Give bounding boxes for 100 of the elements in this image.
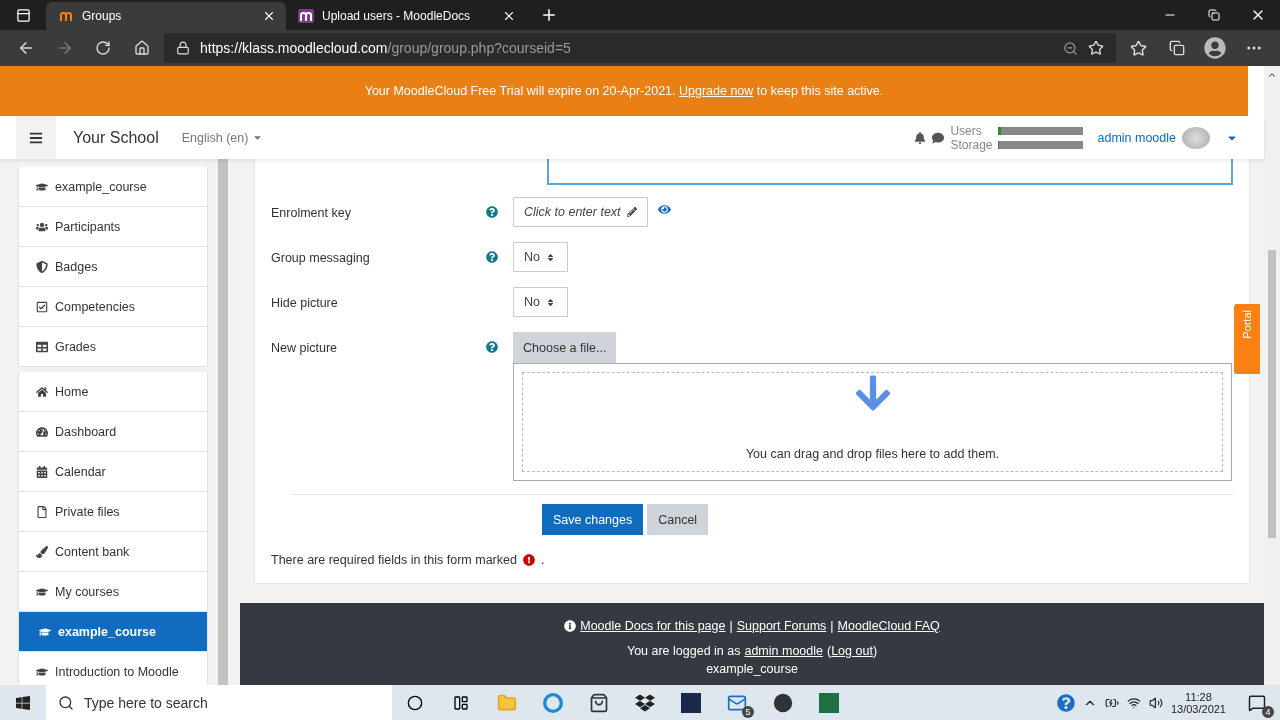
home-icon[interactable]	[133, 40, 150, 56]
dashboard-icon	[36, 425, 48, 438]
task-view-icon[interactable]	[453, 694, 469, 711]
brush-icon	[36, 545, 48, 558]
profile-icon[interactable]	[1204, 37, 1227, 59]
note-period: .	[540, 553, 545, 567]
bell-icon[interactable]	[914, 131, 927, 144]
app-icon[interactable]	[681, 692, 701, 713]
graduation-cap-icon	[36, 585, 48, 598]
separator: |	[729, 619, 733, 633]
spreadsheet-icon[interactable]	[819, 692, 839, 713]
help-icon[interactable]	[1056, 693, 1075, 712]
round-app-icon[interactable]	[773, 692, 793, 713]
shield-icon	[36, 260, 48, 273]
cancel-button[interactable]: Cancel	[647, 504, 709, 535]
close-icon[interactable]	[502, 9, 516, 23]
field-label: New picture	[271, 340, 338, 355]
sidebar-item[interactable]: Content bank	[18, 532, 208, 572]
new-tab-icon[interactable]	[540, 6, 558, 24]
search-icon	[58, 694, 74, 711]
pencil-icon	[626, 207, 637, 217]
footer-link[interactable]: Support Forums	[736, 619, 827, 633]
required-icon	[522, 554, 535, 566]
sidebar-item[interactable]: Badges	[18, 247, 208, 287]
save-button[interactable]: Save changes	[542, 504, 644, 535]
sidebar-item[interactable]: example_course	[18, 167, 208, 207]
sidebar-item[interactable]: Introduction to Moodle	[18, 652, 208, 685]
close-icon[interactable]	[262, 9, 276, 23]
notification-badge: 4	[1262, 706, 1274, 718]
zoom-out-icon[interactable]	[1063, 40, 1078, 56]
address-bar[interactable]: https://klass.moodlecloud.com/group/group.php?courseid=5	[164, 33, 1116, 63]
sidebar-item[interactable]: Home	[18, 372, 208, 412]
sidebar-item[interactable]: Calendar	[18, 452, 208, 492]
moodle-logo-icon	[298, 9, 314, 23]
notifications-icon[interactable]	[1248, 693, 1266, 712]
menu-button[interactable]	[16, 116, 56, 159]
sidebar-item[interactable]: Competencies	[18, 287, 208, 327]
home-icon	[36, 385, 48, 398]
select-field[interactable]: No	[513, 287, 568, 317]
browser-tab[interactable]: Groups	[46, 2, 286, 30]
circle-icon[interactable]	[407, 694, 423, 711]
sidebar-item[interactable]: My courses	[18, 572, 208, 612]
sidebar-item[interactable]: Private files	[18, 492, 208, 532]
checkbox-icon	[36, 300, 48, 313]
scroll-up-icon[interactable]	[1267, 70, 1277, 80]
sidebar-item[interactable]: Participants	[18, 207, 208, 247]
wifi-icon[interactable]	[1126, 695, 1141, 710]
search-placeholder: Type here to search	[84, 694, 208, 711]
browser-tab[interactable]: Upload users - MoodleDocs	[286, 2, 526, 30]
scrollbar-thumb[interactable]	[1268, 250, 1276, 538]
sidebar-item[interactable]: example_course	[18, 612, 208, 652]
scrollbar[interactable]	[218, 159, 228, 685]
calendar-icon	[36, 465, 48, 478]
clock[interactable]: 11:28 13/03/2021	[1170, 690, 1226, 715]
collections-icon[interactable]	[1168, 40, 1185, 56]
meter-label: Users	[950, 123, 983, 138]
graduation-cap-icon	[39, 625, 51, 638]
mail-badge: 5	[742, 706, 754, 718]
field-label: Hide picture	[271, 295, 339, 310]
description-textarea[interactable]	[547, 159, 1233, 185]
star-icon[interactable]	[1088, 40, 1104, 56]
chat-icon[interactable]	[932, 131, 945, 144]
field-label: Group messaging	[271, 250, 371, 265]
graduation-cap-icon	[36, 665, 48, 678]
logout-link[interactable]: Log out	[831, 644, 873, 658]
taskbar-search-field[interactable]: Type here to search	[46, 685, 392, 720]
graduation-cap-icon	[36, 180, 48, 193]
file-icon	[36, 505, 48, 518]
choose-file-button[interactable]: Choose a file...	[513, 332, 617, 363]
required-note: There are required fields in this form marked	[271, 553, 517, 567]
paren: (	[827, 644, 832, 658]
course-name: example_course	[706, 662, 798, 676]
footer-link[interactable]: Moodle Docs for this page	[580, 619, 726, 633]
sidebar-item[interactable]: Dashboard	[18, 412, 208, 452]
logged-in-text: You are logged in as	[626, 644, 741, 658]
footer-link[interactable]: MoodleCloud FAQ	[837, 619, 940, 633]
box-icon[interactable]	[635, 692, 655, 713]
separator: |	[830, 619, 834, 633]
drop-hint: You can drag and drop files here to add them.	[745, 447, 1000, 461]
browser-icon[interactable]	[543, 692, 563, 713]
field-label: Enrolment key	[271, 205, 352, 220]
reload-icon[interactable]	[95, 40, 112, 56]
trial-banner-text: Your MoodleCloud Free Trial will expire on 20-Apr-2021. Upgrade now to keep this site active.	[364, 84, 884, 98]
windows-start-icon[interactable]	[15, 694, 31, 711]
restore-icon[interactable]	[1208, 9, 1220, 21]
enrolment-key-field[interactable]: Click to enter text	[513, 197, 648, 227]
user-link[interactable]: admin moodle	[744, 644, 823, 658]
moodle-logo-icon	[58, 9, 74, 23]
volume-icon[interactable]	[1148, 695, 1163, 710]
sidebar-item[interactable]: Grades	[18, 327, 208, 367]
site-name[interactable]: Your School	[73, 128, 159, 147]
user-menu-link[interactable]: admin moodle	[1097, 130, 1176, 145]
language-menu[interactable]: English (en)	[181, 130, 249, 145]
bag-icon[interactable]	[589, 692, 609, 713]
eye-icon[interactable]	[657, 203, 671, 216]
select-field[interactable]: No	[513, 242, 568, 272]
tab-actions-icon[interactable]	[15, 7, 31, 23]
favorites-icon[interactable]	[1129, 39, 1147, 57]
info-icon	[564, 620, 577, 632]
users-icon	[36, 220, 48, 233]
